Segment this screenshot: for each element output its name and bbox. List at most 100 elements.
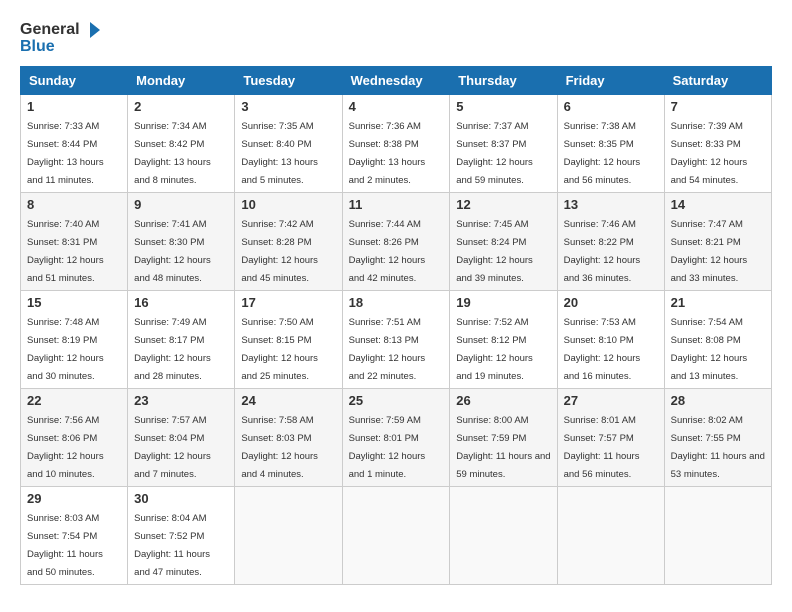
calendar-cell: [557, 486, 664, 584]
calendar-cell: 6 Sunrise: 7:38 AMSunset: 8:35 PMDayligh…: [557, 94, 664, 192]
logo: General Blue: [20, 20, 102, 56]
header-tuesday: Tuesday: [235, 66, 342, 94]
day-info: Sunrise: 7:45 AMSunset: 8:24 PMDaylight:…: [456, 219, 533, 284]
calendar-cell: 20 Sunrise: 7:53 AMSunset: 8:10 PMDaylig…: [557, 290, 664, 388]
calendar-cell: 1 Sunrise: 7:33 AMSunset: 8:44 PMDayligh…: [21, 94, 128, 192]
calendar-cell: 28 Sunrise: 8:02 AMSunset: 7:55 PMDaylig…: [664, 388, 771, 486]
day-info: Sunrise: 7:44 AMSunset: 8:26 PMDaylight:…: [349, 219, 426, 284]
day-info: Sunrise: 8:04 AMSunset: 7:52 PMDaylight:…: [134, 513, 210, 578]
header-friday: Friday: [557, 66, 664, 94]
calendar-table: SundayMondayTuesdayWednesdayThursdayFrid…: [20, 66, 772, 585]
day-info: Sunrise: 7:47 AMSunset: 8:21 PMDaylight:…: [671, 219, 748, 284]
day-info: Sunrise: 8:00 AMSunset: 7:59 PMDaylight:…: [456, 415, 550, 480]
day-info: Sunrise: 7:53 AMSunset: 8:10 PMDaylight:…: [564, 317, 641, 382]
calendar-cell: 14 Sunrise: 7:47 AMSunset: 8:21 PMDaylig…: [664, 192, 771, 290]
calendar-cell: 23 Sunrise: 7:57 AMSunset: 8:04 PMDaylig…: [128, 388, 235, 486]
day-info: Sunrise: 7:41 AMSunset: 8:30 PMDaylight:…: [134, 219, 211, 284]
calendar-cell: 2 Sunrise: 7:34 AMSunset: 8:42 PMDayligh…: [128, 94, 235, 192]
day-info: Sunrise: 7:54 AMSunset: 8:08 PMDaylight:…: [671, 317, 748, 382]
calendar-cell: 13 Sunrise: 7:46 AMSunset: 8:22 PMDaylig…: [557, 192, 664, 290]
day-number: 25: [349, 393, 444, 408]
day-number: 9: [134, 197, 228, 212]
day-info: Sunrise: 8:01 AMSunset: 7:57 PMDaylight:…: [564, 415, 640, 480]
day-number: 16: [134, 295, 228, 310]
calendar-week-row: 8 Sunrise: 7:40 AMSunset: 8:31 PMDayligh…: [21, 192, 772, 290]
day-number: 26: [456, 393, 550, 408]
calendar-cell: 24 Sunrise: 7:58 AMSunset: 8:03 PMDaylig…: [235, 388, 342, 486]
day-info: Sunrise: 7:56 AMSunset: 8:06 PMDaylight:…: [27, 415, 104, 480]
calendar-cell: 5 Sunrise: 7:37 AMSunset: 8:37 PMDayligh…: [450, 94, 557, 192]
day-info: Sunrise: 7:36 AMSunset: 8:38 PMDaylight:…: [349, 121, 426, 186]
logo-container: General Blue: [20, 20, 102, 56]
day-info: Sunrise: 7:58 AMSunset: 8:03 PMDaylight:…: [241, 415, 318, 480]
day-number: 19: [456, 295, 550, 310]
calendar-week-row: 22 Sunrise: 7:56 AMSunset: 8:06 PMDaylig…: [21, 388, 772, 486]
calendar-cell: 21 Sunrise: 7:54 AMSunset: 8:08 PMDaylig…: [664, 290, 771, 388]
day-info: Sunrise: 7:50 AMSunset: 8:15 PMDaylight:…: [241, 317, 318, 382]
day-info: Sunrise: 7:46 AMSunset: 8:22 PMDaylight:…: [564, 219, 641, 284]
logo-general: General: [20, 21, 80, 39]
day-number: 15: [27, 295, 121, 310]
day-number: 10: [241, 197, 335, 212]
calendar-cell: 3 Sunrise: 7:35 AMSunset: 8:40 PMDayligh…: [235, 94, 342, 192]
day-info: Sunrise: 7:35 AMSunset: 8:40 PMDaylight:…: [241, 121, 318, 186]
calendar-cell: 10 Sunrise: 7:42 AMSunset: 8:28 PMDaylig…: [235, 192, 342, 290]
calendar-cell: 16 Sunrise: 7:49 AMSunset: 8:17 PMDaylig…: [128, 290, 235, 388]
day-info: Sunrise: 7:39 AMSunset: 8:33 PMDaylight:…: [671, 121, 748, 186]
day-number: 20: [564, 295, 658, 310]
calendar-cell: [450, 486, 557, 584]
calendar-cell: 19 Sunrise: 7:52 AMSunset: 8:12 PMDaylig…: [450, 290, 557, 388]
calendar-cell: [342, 486, 450, 584]
day-info: Sunrise: 7:51 AMSunset: 8:13 PMDaylight:…: [349, 317, 426, 382]
day-number: 11: [349, 197, 444, 212]
day-number: 3: [241, 99, 335, 114]
day-number: 14: [671, 197, 765, 212]
logo-blue: Blue: [20, 38, 102, 56]
day-number: 28: [671, 393, 765, 408]
calendar-week-row: 1 Sunrise: 7:33 AMSunset: 8:44 PMDayligh…: [21, 94, 772, 192]
day-number: 4: [349, 99, 444, 114]
calendar-cell: 27 Sunrise: 8:01 AMSunset: 7:57 PMDaylig…: [557, 388, 664, 486]
day-number: 30: [134, 491, 228, 506]
page-header: General Blue: [20, 20, 772, 56]
day-info: Sunrise: 7:52 AMSunset: 8:12 PMDaylight:…: [456, 317, 533, 382]
day-number: 13: [564, 197, 658, 212]
day-info: Sunrise: 8:02 AMSunset: 7:55 PMDaylight:…: [671, 415, 765, 480]
day-info: Sunrise: 7:49 AMSunset: 8:17 PMDaylight:…: [134, 317, 211, 382]
calendar-cell: 17 Sunrise: 7:50 AMSunset: 8:15 PMDaylig…: [235, 290, 342, 388]
day-number: 27: [564, 393, 658, 408]
day-info: Sunrise: 7:38 AMSunset: 8:35 PMDaylight:…: [564, 121, 641, 186]
header-saturday: Saturday: [664, 66, 771, 94]
calendar-cell: 18 Sunrise: 7:51 AMSunset: 8:13 PMDaylig…: [342, 290, 450, 388]
header-sunday: Sunday: [21, 66, 128, 94]
day-number: 1: [27, 99, 121, 114]
calendar-cell: [235, 486, 342, 584]
calendar-cell: 8 Sunrise: 7:40 AMSunset: 8:31 PMDayligh…: [21, 192, 128, 290]
day-number: 17: [241, 295, 335, 310]
day-number: 8: [27, 197, 121, 212]
calendar-cell: 25 Sunrise: 7:59 AMSunset: 8:01 PMDaylig…: [342, 388, 450, 486]
calendar-cell: 11 Sunrise: 7:44 AMSunset: 8:26 PMDaylig…: [342, 192, 450, 290]
day-info: Sunrise: 7:59 AMSunset: 8:01 PMDaylight:…: [349, 415, 426, 480]
calendar-cell: [664, 486, 771, 584]
day-number: 2: [134, 99, 228, 114]
day-info: Sunrise: 8:03 AMSunset: 7:54 PMDaylight:…: [27, 513, 103, 578]
calendar-header-row: SundayMondayTuesdayWednesdayThursdayFrid…: [21, 66, 772, 94]
day-info: Sunrise: 7:57 AMSunset: 8:04 PMDaylight:…: [134, 415, 211, 480]
day-number: 12: [456, 197, 550, 212]
header-thursday: Thursday: [450, 66, 557, 94]
day-number: 5: [456, 99, 550, 114]
day-number: 6: [564, 99, 658, 114]
day-info: Sunrise: 7:48 AMSunset: 8:19 PMDaylight:…: [27, 317, 104, 382]
day-number: 18: [349, 295, 444, 310]
header-monday: Monday: [128, 66, 235, 94]
day-number: 22: [27, 393, 121, 408]
calendar-week-row: 29 Sunrise: 8:03 AMSunset: 7:54 PMDaylig…: [21, 486, 772, 584]
calendar-cell: 26 Sunrise: 8:00 AMSunset: 7:59 PMDaylig…: [450, 388, 557, 486]
calendar-cell: 22 Sunrise: 7:56 AMSunset: 8:06 PMDaylig…: [21, 388, 128, 486]
day-number: 23: [134, 393, 228, 408]
day-number: 29: [27, 491, 121, 506]
calendar-cell: 15 Sunrise: 7:48 AMSunset: 8:19 PMDaylig…: [21, 290, 128, 388]
calendar-cell: 7 Sunrise: 7:39 AMSunset: 8:33 PMDayligh…: [664, 94, 771, 192]
logo-arrow-icon: [82, 20, 102, 40]
